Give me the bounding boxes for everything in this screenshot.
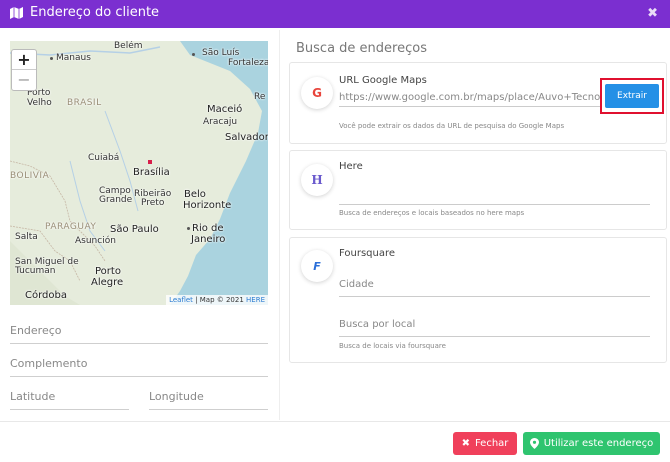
extract-button[interactable]: Extrair xyxy=(605,84,659,108)
local-search-input[interactable] xyxy=(339,336,650,337)
map-label-asuncion: Asunción xyxy=(75,236,116,246)
complement-field[interactable]: Complemento xyxy=(10,351,268,377)
here-label: Here xyxy=(339,161,363,172)
city-input[interactable] xyxy=(339,296,650,297)
map-label-manaus: Manaus xyxy=(56,53,91,63)
map-label-fortaleza: Fortaleza xyxy=(228,58,268,68)
map-label-rio-de-janeiro-2: Janeiro xyxy=(191,234,226,245)
map-label-belo-horizonte: Belo xyxy=(184,189,206,200)
close-button-label: Fechar xyxy=(474,438,509,449)
client-address-modal: Endereço do cliente ✖ Belém São Luís Man… xyxy=(0,0,670,462)
map-label-san-miguel-2: Tucuman xyxy=(15,266,56,276)
map-label-sao-luis: São Luís xyxy=(202,48,240,58)
complement-label: Complemento xyxy=(10,357,88,370)
longitude-field[interactable]: Longitude xyxy=(149,384,268,410)
foursquare-card: F Foursquare Cidade Busca por local Busc… xyxy=(289,237,667,363)
column-divider xyxy=(279,30,280,420)
map-label-sao-paulo: São Paulo xyxy=(110,224,159,235)
map-marker xyxy=(192,53,195,56)
map-label-bolivia: BOLIVIA xyxy=(10,171,50,181)
map-label-porto-alegre: Porto xyxy=(95,266,121,277)
here-search-input[interactable] xyxy=(339,204,650,205)
use-address-label: Utilizar este endereço xyxy=(543,438,654,449)
map-label-porto-velho-2: Velho xyxy=(27,98,52,108)
close-icon[interactable]: ✖ xyxy=(647,6,658,21)
latitude-field[interactable]: Latitude xyxy=(10,384,129,410)
google-maps-url-input[interactable] xyxy=(339,89,602,107)
map-marker-capital xyxy=(148,160,152,164)
map-copyright: | Map © 2021 xyxy=(192,296,247,304)
modal-header: Endereço do cliente ✖ xyxy=(0,0,670,28)
map-marker xyxy=(187,227,190,230)
close-button[interactable]: ✖ Fechar xyxy=(453,432,517,455)
map-label-rio-de-janeiro: Rio de xyxy=(192,223,224,234)
google-maps-help: Você pode extrair os dados da URL de pes… xyxy=(339,122,565,130)
map-label-ribeirao-preto-2: Preto xyxy=(141,198,165,208)
here-icon: H xyxy=(301,164,333,196)
map-attribution: Leaflet | Map © 2021 HERE xyxy=(166,295,268,305)
map-label-belem: Belém xyxy=(114,41,143,51)
google-maps-label: URL Google Maps xyxy=(339,75,427,86)
zoom-out-button[interactable]: − xyxy=(12,70,36,90)
map-label-brasil: BRASIL xyxy=(67,98,102,108)
map-label-belo-horizonte-2: Horizonte xyxy=(183,200,232,211)
address-label: Endereço xyxy=(10,324,62,337)
here-help: Busca de endereços e locais baseados no … xyxy=(339,209,525,217)
map-label-paraguay: PARAGUAY xyxy=(45,222,97,232)
extract-highlight: Extrair xyxy=(600,78,664,114)
map-label-cuiaba: Cuiabá xyxy=(88,153,120,163)
latitude-label: Latitude xyxy=(10,390,56,403)
map-label-salta: Salta xyxy=(15,232,38,242)
modal-title: Endereço do cliente xyxy=(30,5,160,20)
city-input-placeholder: Cidade xyxy=(339,279,374,290)
foursquare-icon: F xyxy=(301,250,333,282)
map-label-cordoba: Córdoba xyxy=(25,290,67,301)
map-label-campo-grande-2: Grande xyxy=(99,195,133,205)
map-view[interactable]: Belém São Luís Manaus Fortaleza Porto Ve… xyxy=(10,41,268,305)
address-search-title: Busca de endereços xyxy=(296,41,427,56)
address-field[interactable]: Endereço xyxy=(10,318,268,344)
google-icon: G xyxy=(301,77,333,109)
longitude-label: Longitude xyxy=(149,390,204,403)
use-address-button[interactable]: Utilizar este endereço xyxy=(523,432,660,455)
foursquare-label: Foursquare xyxy=(339,248,396,259)
map-pin-icon xyxy=(529,438,539,449)
map-label-maceio: Maceió xyxy=(207,104,243,115)
here-link[interactable]: HERE xyxy=(246,296,265,304)
here-card: H Here Busca de endereços e locais basea… xyxy=(289,150,667,230)
zoom-control: + − xyxy=(11,49,37,91)
google-maps-card: G URL Google Maps Extrair Você pode extr… xyxy=(289,62,667,144)
map-label-re: Re xyxy=(254,92,266,102)
footer-divider xyxy=(0,421,670,422)
map-icon xyxy=(10,7,23,19)
map-label-aracaju: Aracaju xyxy=(203,117,238,127)
map-label-porto-alegre-2: Alegre xyxy=(91,277,124,288)
leaflet-link[interactable]: Leaflet xyxy=(169,296,193,304)
local-search-placeholder: Busca por local xyxy=(339,319,416,330)
foursquare-help: Busca de locais via foursquare xyxy=(339,342,446,350)
map-marker xyxy=(50,57,53,60)
map-label-brasilia: Brasília xyxy=(133,167,170,178)
map-label-salvador: Salvador xyxy=(225,132,268,143)
zoom-in-button[interactable]: + xyxy=(12,50,36,70)
close-x-icon: ✖ xyxy=(461,438,470,449)
